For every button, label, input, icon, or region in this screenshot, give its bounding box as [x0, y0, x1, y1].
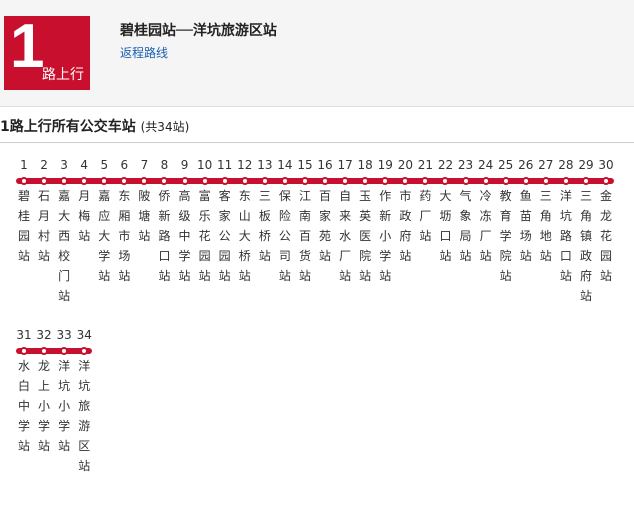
- stop-name-link[interactable]: 水白中学站: [15, 356, 33, 456]
- stop-number: 11: [217, 158, 233, 172]
- stop-number: 21: [417, 158, 434, 172]
- stop-number: 28: [558, 158, 574, 172]
- stop-name-link[interactable]: 自来水厂站: [336, 186, 354, 286]
- stop-name-link[interactable]: 富乐花园站: [196, 186, 214, 286]
- stop-marker: [561, 177, 570, 185]
- stop-marker: [220, 177, 229, 185]
- stop-name-link[interactable]: 嘉应大学站: [95, 186, 113, 286]
- stop-marker: [461, 177, 470, 185]
- stop-number: 20: [397, 158, 413, 172]
- stop-list: 1 碧桂园站 2 石月村站 3 嘉大西校门站 4 月梅站 5 嘉应大学站 6 东厢市场站 7 陂塘站 8 侨新…: [0, 0, 634, 509]
- stop-name-link[interactable]: 保险公司站: [276, 186, 294, 286]
- stop-marker: [260, 177, 269, 185]
- stop-name-link[interactable]: 三角镇政府站: [577, 186, 595, 306]
- stop-number: 34: [76, 328, 92, 342]
- stop-number: 6: [120, 158, 129, 172]
- stop-name-link[interactable]: 气象局站: [457, 186, 475, 266]
- stop-name-link[interactable]: 陂塘站: [135, 186, 153, 246]
- stop-number: 31: [16, 328, 32, 342]
- stop-number: 24: [477, 158, 494, 172]
- stop-number: 16: [317, 158, 333, 172]
- stop-marker: [602, 177, 611, 185]
- stop-name-link[interactable]: 大坜口站: [436, 186, 454, 266]
- stop-name-link[interactable]: 市政府站: [396, 186, 414, 266]
- stop-marker: [321, 177, 330, 185]
- stop-number: 1: [20, 158, 28, 172]
- stop-number: 32: [36, 328, 52, 342]
- stop-number: 4: [80, 158, 89, 172]
- stop-name-link[interactable]: 石月村站: [35, 186, 53, 266]
- stop-name-link[interactable]: 百家苑站: [316, 186, 334, 266]
- stop-number: 33: [56, 328, 72, 342]
- stop-marker: [40, 347, 49, 355]
- stop-name-link[interactable]: 金龙花园站: [597, 186, 615, 286]
- stop-name-link[interactable]: 三板桥站: [256, 186, 274, 266]
- stop-name-link[interactable]: 东厢市场站: [115, 186, 133, 286]
- stop-name-link[interactable]: 碧桂园站: [15, 186, 33, 266]
- stop-marker: [521, 177, 530, 185]
- stop-name-link[interactable]: 龙上小学站: [35, 356, 53, 456]
- stop-name-link[interactable]: 东山大桥站: [236, 186, 254, 286]
- stop-number: 13: [257, 158, 273, 172]
- stop-marker: [40, 177, 49, 185]
- stop-name-link[interactable]: 三角地站: [537, 186, 555, 266]
- stop-name-link[interactable]: 江南百货站: [296, 186, 314, 286]
- stop-number: 23: [457, 158, 474, 172]
- stop-marker: [200, 177, 209, 185]
- stop-name-link[interactable]: 客家公园站: [216, 186, 234, 286]
- stop-number: 7: [140, 158, 149, 172]
- stop-name-link[interactable]: 教育学院站: [497, 186, 515, 286]
- stop-number: 27: [538, 158, 554, 172]
- stop-marker: [300, 177, 309, 185]
- stop-name-link[interactable]: 鱼苗场站: [517, 186, 535, 266]
- stop-marker: [541, 177, 550, 185]
- stop-number: 8: [160, 158, 169, 172]
- stop-number: 3: [60, 158, 68, 172]
- stop-name-link[interactable]: 冷冻厂站: [477, 186, 495, 266]
- stop-number: 14: [277, 158, 293, 172]
- stop-number: 17: [337, 158, 353, 172]
- stop-name-link[interactable]: 洋坑小学站: [55, 356, 73, 456]
- stop-number: 9: [180, 158, 189, 172]
- stop-marker: [20, 347, 28, 355]
- stop-marker: [501, 177, 510, 185]
- stop-name-link[interactable]: 洋坑路口站: [557, 186, 575, 286]
- stop-marker: [481, 177, 490, 185]
- stop-number: 30: [598, 158, 614, 172]
- stop-name-link[interactable]: 药厂站: [416, 186, 434, 246]
- stop-marker: [581, 177, 590, 185]
- stop-marker: [280, 177, 289, 185]
- stop-name-link[interactable]: 月梅站: [75, 186, 93, 246]
- stop-name-link[interactable]: 高级中学站: [176, 186, 194, 286]
- stop-name-link[interactable]: 玉英医院站: [356, 186, 374, 286]
- stop-name-link[interactable]: 侨新路口站: [155, 186, 173, 286]
- stop-number: 26: [518, 158, 534, 172]
- stop-number: 22: [437, 158, 454, 172]
- stop-number: 12: [237, 158, 253, 172]
- stop-marker: [180, 177, 189, 185]
- stop-number: 15: [297, 158, 313, 172]
- stop-name-link[interactable]: 嘉大西校门站: [55, 186, 73, 306]
- stop-number: 10: [196, 158, 213, 172]
- stop-number: 2: [40, 158, 48, 172]
- stop-number: 25: [498, 158, 514, 172]
- stop-number: 29: [578, 158, 594, 172]
- stop-marker: [240, 177, 249, 185]
- stop-name-link[interactable]: 洋坑旅游区站: [75, 356, 93, 476]
- stop-number: 5: [100, 158, 109, 172]
- stop-marker: [20, 177, 28, 185]
- stop-name-link[interactable]: 作新小学站: [376, 186, 394, 286]
- stop-number: 19: [377, 158, 393, 172]
- stop-number: 18: [357, 158, 373, 172]
